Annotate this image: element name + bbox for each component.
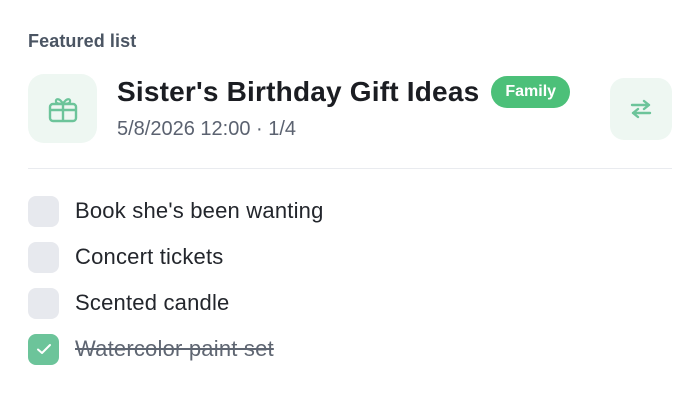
gift-icon xyxy=(48,97,77,122)
item-checkbox[interactable] xyxy=(28,287,59,319)
item-checkbox-checked[interactable] xyxy=(28,333,59,365)
item-checkbox[interactable] xyxy=(28,195,59,227)
featured-list-card: Featured list Sister's Birthday Gift Ide… xyxy=(0,0,700,403)
swap-arrows-icon xyxy=(630,99,652,119)
list-item: Concert tickets xyxy=(28,234,672,280)
item-label: Book she's been wanting xyxy=(75,198,324,223)
list-item: Watercolor paint set xyxy=(28,326,672,372)
list-header: Sister's Birthday Gift Ideas Family 5/8/… xyxy=(28,74,672,144)
item-checkbox[interactable] xyxy=(28,241,59,273)
list-item: Scented candle xyxy=(28,280,672,326)
item-label: Scented candle xyxy=(75,290,230,315)
list-title: Sister's Birthday Gift Ideas xyxy=(117,76,480,107)
gift-items-list: Book she's been wanting Concert tickets … xyxy=(28,188,672,372)
switch-list-button[interactable] xyxy=(610,78,672,140)
title-row: Sister's Birthday Gift Ideas Family xyxy=(117,76,571,108)
section-label: Featured list xyxy=(28,31,137,51)
item-label: Watercolor paint set xyxy=(75,336,274,361)
list-item: Book she's been wanting xyxy=(28,188,672,234)
list-icon-container xyxy=(28,74,97,143)
category-badge: Family xyxy=(491,76,571,108)
divider xyxy=(28,168,672,169)
checkmark-icon xyxy=(36,344,51,354)
item-label: Concert tickets xyxy=(75,244,224,269)
list-meta: 5/8/2026 12:00 · 1/4 xyxy=(117,118,297,140)
